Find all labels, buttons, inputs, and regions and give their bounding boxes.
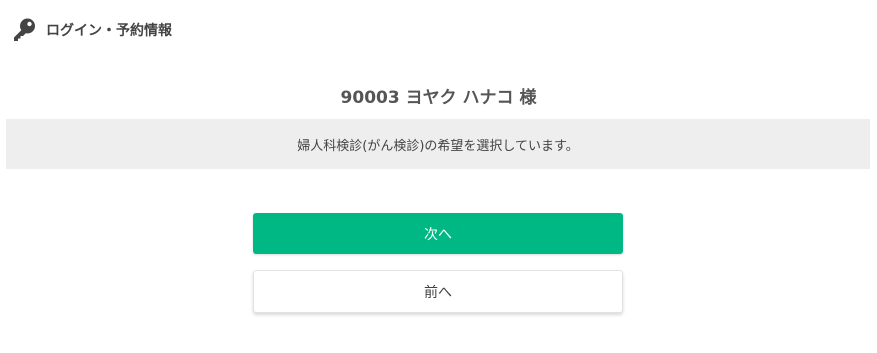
key-icon <box>10 16 38 44</box>
page-header: ログイン・予約情報 <box>10 16 172 44</box>
notice-text: 婦人科検診(がん検診)の希望を選択しています。 <box>297 138 579 154</box>
previous-button[interactable]: 前へ <box>253 270 623 313</box>
user-name-heading: 90003 ヨヤク ハナコ 様 <box>340 88 537 108</box>
notice-band: 婦人科検診(がん検診)の希望を選択しています。 <box>6 119 870 169</box>
header-title: ログイン・予約情報 <box>46 23 172 39</box>
next-button[interactable]: 次へ <box>253 213 623 254</box>
previous-button-label: 前へ <box>424 284 452 301</box>
next-button-label: 次へ <box>424 226 452 243</box>
